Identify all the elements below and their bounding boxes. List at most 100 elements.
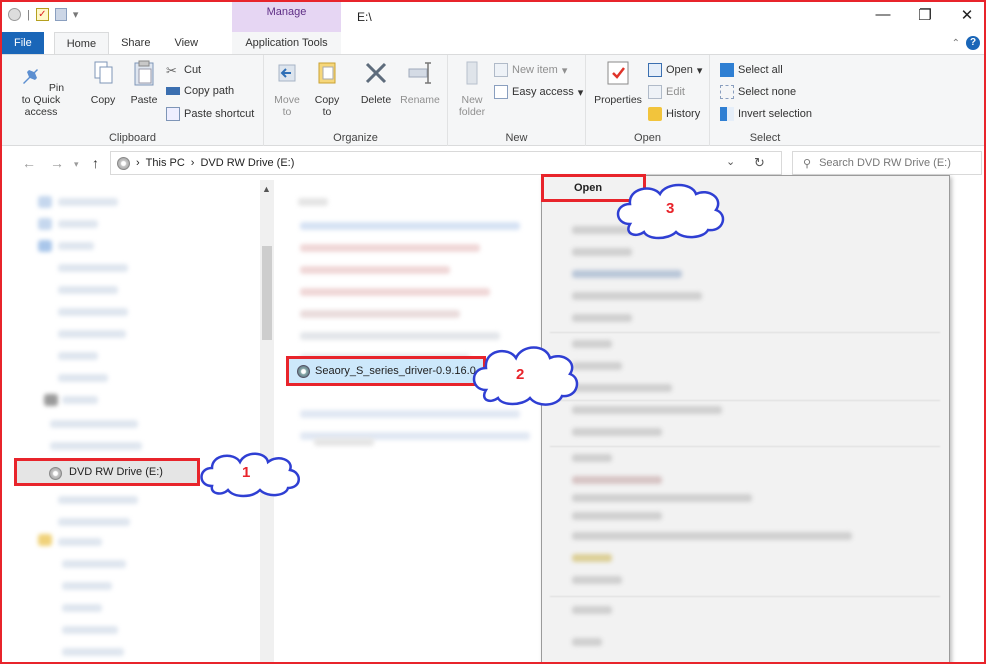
copy-to-label: Copy to (314, 94, 340, 118)
tab-application-tools[interactable]: Application Tools (232, 32, 341, 54)
paste-shortcut-icon (166, 107, 180, 121)
new-folder-button[interactable]: New folder (452, 59, 492, 118)
invert-selection-button[interactable]: Invert selection (720, 107, 812, 121)
blurred-nav-icon (44, 394, 58, 406)
blurred-nav-item (58, 264, 128, 272)
file-name: Seaory_S_series_driver-0.9.16.0 (315, 365, 476, 377)
open-group-label: Open (634, 132, 661, 144)
recent-dropdown-icon[interactable]: ▾ (74, 159, 79, 170)
paste-shortcut-button[interactable]: Paste shortcut (166, 107, 254, 121)
dropdown-icon: ▾ (577, 86, 584, 99)
select-none-label: Select none (738, 86, 797, 98)
open-button[interactable]: Open ▾ (648, 63, 702, 77)
up-arrow-icon[interactable]: ↑ (92, 155, 99, 171)
delete-button[interactable]: Delete (356, 59, 396, 106)
breadcrumb-drive[interactable]: DVD RW Drive (E:) (200, 157, 294, 169)
window-title: E:\ (357, 10, 372, 24)
rename-icon (408, 62, 431, 84)
search-input[interactable]: ⚲ Search DVD RW Drive (E:) (792, 151, 982, 175)
ribbon-tabs: File Home Share View Application Tools (2, 32, 984, 54)
address-box[interactable]: › This PC › DVD RW Drive (E:) (110, 151, 782, 175)
select-group: Select all Select none Invert selection … (710, 55, 820, 147)
nav-item-label: DVD RW Drive (E:) (69, 466, 163, 478)
search-placeholder: Search DVD RW Drive (E:) (819, 157, 951, 169)
selected-driver-file[interactable]: Seaory_S_series_driver-0.9.16.0 (286, 356, 486, 386)
blurred-header (298, 198, 328, 206)
move-to-button[interactable]: Move to (270, 59, 304, 118)
back-arrow-icon[interactable]: ← (22, 155, 36, 171)
ribbon: Pin to Quick access Copy Paste ✂ Cut Cop… (2, 54, 984, 147)
properties-check-icon[interactable]: ✓ (35, 8, 49, 21)
collapse-ribbon-icon[interactable]: ⌃ (952, 38, 960, 49)
nav-item-dvd-drive[interactable]: DVD RW Drive (E:) (14, 458, 200, 486)
nav-scrollbar[interactable]: ▲ (260, 180, 274, 662)
installer-icon (297, 364, 310, 378)
copy-to-button[interactable]: Copy to (310, 59, 344, 118)
blurred-nav-item (58, 518, 130, 526)
easy-access-button[interactable]: Easy access ▾ (494, 85, 583, 99)
blurred-nav-item (62, 604, 102, 612)
address-dropdown-icon[interactable]: ⌄ (726, 155, 735, 168)
blurred-file-row (300, 222, 520, 230)
blurred-menu-item (572, 270, 682, 278)
paste-button[interactable]: Paste (126, 59, 162, 106)
blurred-menu-item (572, 512, 662, 520)
breadcrumb-this-pc[interactable]: This PC (146, 157, 185, 169)
copy-path-label: Copy path (184, 85, 235, 97)
select-none-button[interactable]: Select none (720, 85, 796, 99)
close-button[interactable]: ✕ (952, 6, 982, 24)
open-label: Open (666, 64, 693, 76)
properties-button[interactable]: Properties (592, 59, 644, 106)
scroll-thumb[interactable] (262, 246, 272, 340)
blurred-nav-item (58, 538, 102, 546)
rename-button[interactable]: Rename (398, 59, 442, 106)
blurred-nav-item (50, 420, 138, 428)
copy-icon (94, 61, 113, 84)
copy-path-button[interactable]: Copy path (166, 85, 234, 97)
tab-share[interactable]: Share (109, 32, 162, 54)
ribbon-controls: ⌃ ? (952, 36, 980, 50)
blurred-file-row (314, 438, 374, 446)
tab-file[interactable]: File (2, 32, 44, 54)
new-label: New (505, 132, 528, 144)
blurred-menu-item (572, 292, 702, 300)
blurred-nav-item (58, 352, 98, 360)
tab-home[interactable]: Home (53, 32, 110, 54)
tab-view[interactable]: View (162, 32, 210, 54)
drive-icon (117, 156, 130, 170)
new-folder-icon[interactable] (54, 8, 67, 21)
blurred-menu-item (572, 314, 632, 322)
blurred-nav-item (58, 374, 108, 382)
blurred-file-row (300, 244, 480, 252)
edit-button[interactable]: Edit (648, 85, 685, 99)
blurred-file-row (300, 288, 490, 296)
blurred-menu-item (572, 638, 602, 646)
title-bar: | ✓ ▾ Manage E:\ — ❐ ✕ (2, 2, 984, 34)
cut-button[interactable]: ✂ Cut (166, 63, 201, 78)
blurred-nav-item (58, 496, 138, 504)
blurred-nav-item (62, 626, 118, 634)
qa-dropdown-icon[interactable]: ▾ (73, 8, 79, 21)
copy-button[interactable]: Copy (86, 59, 120, 106)
minimize-button[interactable]: — (868, 6, 898, 23)
copy-to-icon (318, 62, 336, 84)
new-item-button[interactable]: New item ▾ (494, 63, 567, 77)
dropdown-icon: ▾ (561, 64, 568, 77)
select-all-button[interactable]: Select all (720, 63, 783, 77)
copy-label: Copy (90, 94, 116, 106)
blurred-file-row (300, 410, 520, 418)
help-icon[interactable]: ? (966, 36, 980, 50)
refresh-icon[interactable]: ↻ (754, 155, 765, 171)
blurred-menu-item (572, 494, 752, 502)
pin-quick-access-button[interactable]: Pin to Quick access (16, 59, 66, 118)
move-to-label: Move to (274, 94, 300, 118)
open-group: Properties Open ▾ Edit History Open (586, 55, 710, 147)
forward-arrow-icon[interactable]: → (50, 155, 64, 171)
scroll-up-icon[interactable]: ▲ (262, 184, 271, 194)
pin-icon (22, 64, 38, 84)
history-button[interactable]: History (648, 107, 700, 121)
blurred-menu-item (572, 248, 632, 256)
search-icon: ⚲ (803, 157, 812, 170)
restore-button[interactable]: ❐ (910, 6, 940, 24)
blurred-file-row (300, 266, 450, 274)
